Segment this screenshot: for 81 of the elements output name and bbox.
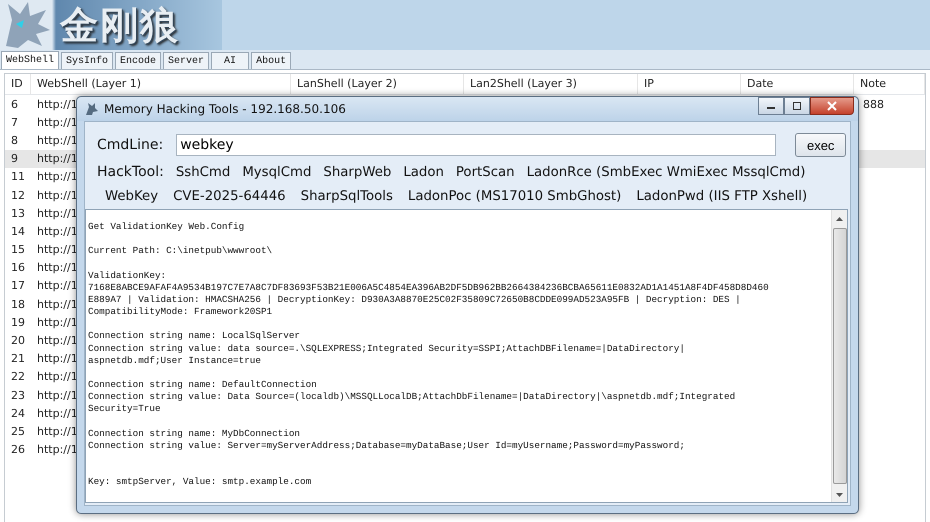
column-header[interactable]: WebShell (Layer 1)	[31, 74, 291, 94]
close-icon	[826, 101, 838, 111]
table-cell-text: http://1	[36, 188, 78, 202]
column-header[interactable]: Note	[854, 74, 925, 94]
table-cell-text: 7	[10, 116, 19, 129]
table-cell-text: http://1	[36, 316, 78, 329]
table-cell-text: http://1	[36, 279, 78, 292]
table-cell-text: 13	[10, 206, 26, 220]
tool-link[interactable]: SharpSqlTools	[300, 188, 393, 204]
output-text: Get ValidationKey Web.Config Current Path: C:\inetpub\wwwroot\ ValidationKey: 7168E8ABCE9AFAF4A9534B197C7E7A8C7DF83693F53B21E006A5C4854EA396AB2DF5DB962BB2664384236BCBA65611E0832AD1A1451A8F4DF458D8D460 E889A7 | Validation: HMACSHA256 | DecryptionKey: D930A3A8870E25C02F35809C72650B8CDDE099AD523A95FB | Decryption: DES | CompatibilityMode: Framework20SP1 Connection string name: LocalSqlServer Connection string value: data source=.\SQLEXPRESS;Integrated Security=SSPI;AttachDBFilename=|DataDirectory| aspnetdb.mdf;User Instance=true Connection string name: DefaultConnection Connection string value: Data Source=(localdb)\MSSQLLocalDB;AttachDbFilename=|DataDirectory|\aspnetdb.mdf;Integrated Security=True Connection string name: MyDbConnection Connection string value: Server=myServerAddress;Database=myDataBase;User Id=myUsername;Password=myPassword; Key: smtpServer, Value: smtp.example.com	[87, 220, 770, 490]
app-title: 金刚狼	[60, 3, 180, 47]
column-header[interactable]: ID	[5, 74, 31, 94]
table-cell-text: http://1	[36, 170, 78, 184]
column-header[interactable]: Lan2Shell (Layer 3)	[464, 74, 638, 94]
table-cell-text: http://1	[36, 224, 78, 238]
close-button[interactable]	[810, 97, 854, 115]
table-cell-text: 8	[10, 134, 19, 147]
tool-link[interactable]: LadonPoc (MS17010 SmbGhost)	[408, 188, 622, 204]
table-cell-text: http://1	[36, 134, 78, 147]
tab[interactable]: Server	[163, 52, 210, 69]
table-cell-text: http://1	[36, 406, 78, 420]
table-cell-text: 23	[10, 388, 26, 402]
table-cell-text: 21	[10, 352, 26, 366]
tool-link[interactable]: PortScan	[456, 164, 515, 180]
table-cell-text: 19	[10, 316, 26, 329]
scroll-thumb[interactable]	[832, 228, 846, 484]
table-cell-text: 25	[10, 424, 26, 438]
table-cell-text: http://1	[36, 206, 78, 220]
column-header[interactable]: Date	[741, 74, 854, 94]
table-cell-text: http://1	[36, 152, 78, 166]
minimize-button[interactable]	[758, 97, 784, 115]
table-cell-text: 15	[10, 243, 26, 256]
table-cell-text: 14	[10, 224, 26, 238]
hacktool-label: HackTool:	[97, 164, 164, 180]
table-cell-text: http://1	[36, 298, 78, 311]
table-cell-text: 22	[10, 370, 26, 384]
tab[interactable]: Encode	[115, 52, 162, 69]
scroll-up-icon[interactable]	[836, 216, 843, 220]
tool-link[interactable]: SharpWeb	[323, 164, 392, 180]
table-cell-text: http://1	[36, 424, 78, 438]
scrollbar[interactable]	[831, 210, 847, 502]
table-cell-text: 18	[10, 298, 26, 311]
table-cell-text: 16	[10, 261, 26, 274]
table-cell-text: http://1	[36, 388, 78, 402]
tab[interactable]: WebShell	[1, 51, 60, 69]
tool-link[interactable]: WebKey	[105, 188, 158, 204]
tool-link[interactable]: CVE-2025-64446	[173, 188, 286, 204]
tab[interactable]: About	[251, 52, 292, 69]
table-cell-text: http://1	[36, 352, 78, 366]
table-cell-text: http://1	[36, 243, 78, 256]
tab[interactable]: AI	[211, 52, 250, 69]
maximize-icon	[792, 102, 802, 110]
table-cell-text: http://1	[36, 116, 78, 129]
table-cell-text: 17	[10, 279, 26, 292]
table-cell-text: 12	[10, 188, 26, 202]
column-header[interactable]: IP	[638, 74, 741, 94]
wolf-icon	[85, 102, 99, 116]
window-title: Memory Hacking Tools - 192.168.50.106	[104, 102, 346, 116]
tool-link[interactable]: Ladon	[403, 164, 444, 180]
tool-link[interactable]: LadonRce (SmbExec WmiExec MssqlCmd)	[526, 164, 806, 180]
table-cell-text: 6	[10, 98, 19, 111]
table-cell-text: http://1	[36, 261, 78, 274]
table-cell-text: 11	[10, 170, 26, 184]
tool-link[interactable]: LadonPwd (IIS FTP Xshell)	[636, 188, 808, 204]
tool-link[interactable]: SshCmd	[176, 164, 230, 180]
cmdline-label: CmdLine:	[97, 137, 164, 153]
table-cell-text: http://1	[36, 370, 78, 384]
cmdline-field[interactable]: webkey	[176, 134, 776, 156]
table-cell-text: 26	[10, 443, 26, 456]
scroll-down-icon[interactable]	[836, 492, 843, 496]
table-cell-text: 20	[10, 334, 26, 348]
table-cell-text: http://1	[36, 334, 78, 348]
table-cell-text: http://1	[36, 98, 78, 111]
column-header[interactable]: LanShell (Layer 2)	[291, 74, 464, 94]
table-cell-text: 24	[10, 406, 26, 420]
table-cell-text: http://1	[36, 443, 78, 456]
exec-button[interactable]: exec	[795, 133, 846, 157]
maximize-button[interactable]	[784, 97, 810, 115]
tab[interactable]: SysInfo	[61, 52, 114, 69]
tool-link[interactable]: MysqlCmd	[242, 164, 312, 180]
table-cell-text: 9	[10, 152, 19, 166]
